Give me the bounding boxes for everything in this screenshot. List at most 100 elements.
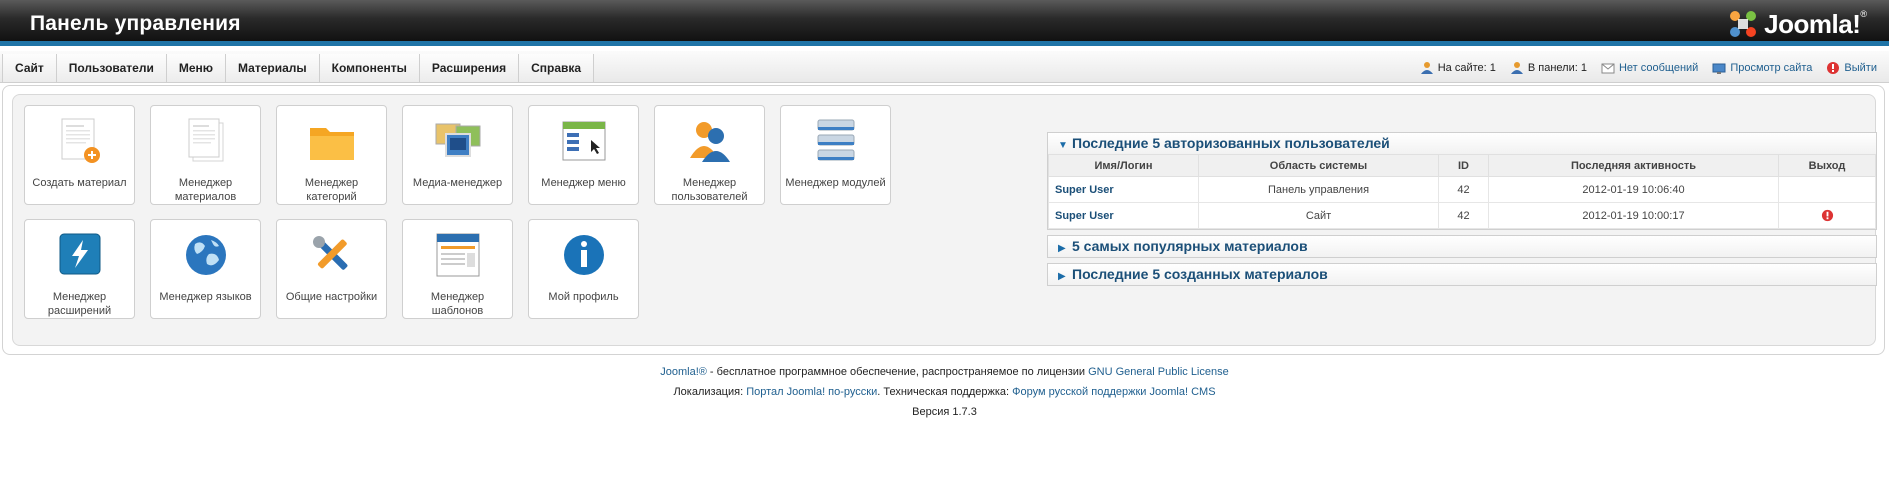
tile-label: Создать материал bbox=[32, 177, 127, 189]
tile-my-profile[interactable]: Мой профиль bbox=[528, 219, 639, 319]
tile-global-config[interactable]: Общие настройки bbox=[276, 219, 387, 319]
support-forum-link[interactable]: Форум русской поддержки Joomla! CMS bbox=[1012, 386, 1215, 398]
user-area: Сайт bbox=[1198, 202, 1439, 229]
main-menu: Сайт Пользователи Меню Материалы Компоне… bbox=[2, 54, 595, 82]
tools-icon bbox=[312, 236, 347, 270]
tile-module-manager[interactable]: Менеджер модулей bbox=[780, 105, 891, 205]
tile-add-article[interactable]: Создать материал bbox=[24, 105, 135, 205]
menu-item-menus[interactable]: Меню bbox=[166, 54, 227, 82]
logout-cell bbox=[1778, 176, 1876, 203]
menu-item-help[interactable]: Справка bbox=[519, 54, 595, 82]
tile-article-manager[interactable]: Менеджер материалов bbox=[150, 105, 261, 205]
user-activity: 2012-01-19 10:06:40 bbox=[1488, 176, 1779, 203]
status-on-site: На сайте: 1 bbox=[1420, 61, 1496, 75]
col-activity: Последняя активность bbox=[1488, 154, 1779, 177]
folder-icon bbox=[309, 128, 354, 160]
module-popular-articles: ▶ 5 самых популярных материалов bbox=[1047, 235, 1877, 258]
message-icon bbox=[1601, 63, 1615, 74]
logo-text: Joomla! bbox=[1764, 8, 1861, 39]
main-panel: Создать материал Менеджер материалов Мен… bbox=[2, 85, 1885, 355]
menu-bar: Сайт Пользователи Меню Материалы Компоне… bbox=[0, 51, 1889, 83]
joomla-link[interactable]: Joomla!® bbox=[660, 366, 707, 378]
col-name: Имя/Логин bbox=[1048, 154, 1199, 177]
tile-label: Медиа-менеджер bbox=[412, 177, 503, 189]
table-row: Super User Сайт 42 2012-01-19 10:00:17 bbox=[1048, 202, 1876, 229]
user-id: 42 bbox=[1438, 202, 1489, 229]
tile-label: Менеджер материалов bbox=[174, 177, 237, 203]
logout-link[interactable]: Выйти bbox=[1826, 61, 1877, 75]
col-logout: Выход bbox=[1778, 154, 1876, 177]
modules-icon bbox=[817, 119, 854, 161]
user-activity: 2012-01-19 10:00:17 bbox=[1488, 202, 1779, 229]
tile-label: Мой профиль bbox=[548, 291, 619, 303]
menu-item-site[interactable]: Сайт bbox=[2, 54, 57, 82]
footer: Joomla!® - бесплатное программное обеспе… bbox=[0, 362, 1889, 422]
menu-item-users[interactable]: Пользователи bbox=[56, 54, 167, 82]
user-icon bbox=[1510, 62, 1523, 74]
tile-language-manager[interactable]: Менеджер языков bbox=[150, 219, 261, 319]
tile-extension-manager[interactable]: Менеджер расширений bbox=[24, 219, 135, 319]
tile-label: Менеджер расширений bbox=[47, 291, 112, 317]
tile-menu-manager[interactable]: Менеджер меню bbox=[528, 105, 639, 205]
status-in-panel: В панели: 1 bbox=[1510, 61, 1587, 75]
module-header[interactable]: ▶ 5 самых популярных материалов bbox=[1048, 236, 1876, 257]
cpanel-area: Создать материал Менеджер материалов Мен… bbox=[12, 94, 1877, 346]
view-site-link[interactable]: Просмотр сайта bbox=[1712, 61, 1812, 75]
media-icon bbox=[435, 123, 480, 157]
logout-icon bbox=[1827, 62, 1840, 74]
articles-icon bbox=[188, 118, 223, 162]
footer-localization-line: Локализация: Портал Joomla! по-русски. Т… bbox=[673, 386, 1216, 398]
col-area: Область системы bbox=[1198, 154, 1439, 177]
collapse-arrow-icon: ▶ bbox=[1058, 243, 1066, 254]
tile-label: Менеджер меню bbox=[541, 177, 626, 189]
admin-modules: ▼ Последние 5 авторизованных пользователе… bbox=[1047, 132, 1877, 291]
license-link[interactable]: GNU General Public License bbox=[1088, 366, 1229, 378]
force-logout-icon[interactable] bbox=[1821, 209, 1834, 222]
tile-label: Менеджер категорий bbox=[304, 177, 359, 203]
users-table: Имя/Логин Область системы ID Последняя а… bbox=[1048, 154, 1876, 229]
collapse-arrow-icon: ▶ bbox=[1058, 271, 1066, 282]
logo-mark: ® bbox=[1860, 9, 1867, 19]
menu-icon bbox=[562, 121, 605, 161]
users-icon bbox=[689, 122, 730, 162]
joomla-logo[interactable]: Joomla! ® bbox=[1726, 6, 1867, 42]
col-id: ID bbox=[1438, 154, 1489, 177]
extensions-icon bbox=[59, 233, 100, 275]
globe-icon bbox=[185, 235, 226, 275]
tile-label: Менеджер шаблонов bbox=[430, 291, 485, 317]
user-name-link[interactable]: Super User bbox=[1048, 176, 1199, 203]
info-icon bbox=[563, 235, 604, 275]
page-title: Панель управления bbox=[30, 12, 241, 35]
menu-item-components[interactable]: Компоненты bbox=[319, 54, 420, 82]
user-name-link[interactable]: Super User bbox=[1048, 202, 1199, 229]
menu-item-content[interactable]: Материалы bbox=[226, 54, 320, 82]
add-article-icon bbox=[61, 118, 100, 163]
footer-license-line: Joomla!® - бесплатное программное обеспе… bbox=[660, 366, 1229, 378]
header-bar: Панель управления Joomla! ® bbox=[0, 0, 1889, 46]
templates-icon bbox=[436, 233, 479, 277]
tile-category-manager[interactable]: Менеджер категорий bbox=[276, 105, 387, 205]
monitor-icon bbox=[1712, 63, 1726, 74]
logout-cell bbox=[1778, 202, 1876, 229]
module-latest-articles: ▶ Последние 5 созданных материалов bbox=[1047, 263, 1877, 286]
tile-media-manager[interactable]: Медиа-менеджер bbox=[402, 105, 513, 205]
module-header[interactable]: ▶ Последние 5 созданных материалов bbox=[1048, 264, 1876, 285]
menu-item-extensions[interactable]: Расширения bbox=[419, 54, 520, 82]
module-logged-users: ▼ Последние 5 авторизованных пользователе… bbox=[1047, 132, 1877, 230]
joomla-logo-icon bbox=[1730, 11, 1757, 37]
module-header[interactable]: ▼ Последние 5 авторизованных пользователе… bbox=[1048, 133, 1876, 154]
tile-label: Общие настройки bbox=[285, 291, 378, 303]
table-row: Super User Панель управления 42 2012-01-… bbox=[1048, 176, 1876, 203]
user-area: Панель управления bbox=[1198, 176, 1439, 203]
tile-user-manager[interactable]: Менеджер пользователей bbox=[654, 105, 765, 205]
expand-arrow-icon: ▼ bbox=[1058, 140, 1068, 151]
status-bar: На сайте: 1 В панели: 1 Нет сообщений Пр… bbox=[1420, 61, 1877, 75]
localization-link[interactable]: Портал Joomla! по-русски bbox=[746, 386, 877, 398]
user-icon bbox=[1420, 62, 1433, 74]
tile-label: Менеджер пользователей bbox=[671, 177, 748, 203]
tile-template-manager[interactable]: Менеджер шаблонов bbox=[402, 219, 513, 319]
tile-label: Менеджер модулей bbox=[785, 177, 886, 189]
version-text: Версия 1.7.3 bbox=[912, 406, 977, 418]
messages-link[interactable]: Нет сообщений bbox=[1601, 61, 1698, 75]
user-id: 42 bbox=[1438, 176, 1489, 203]
